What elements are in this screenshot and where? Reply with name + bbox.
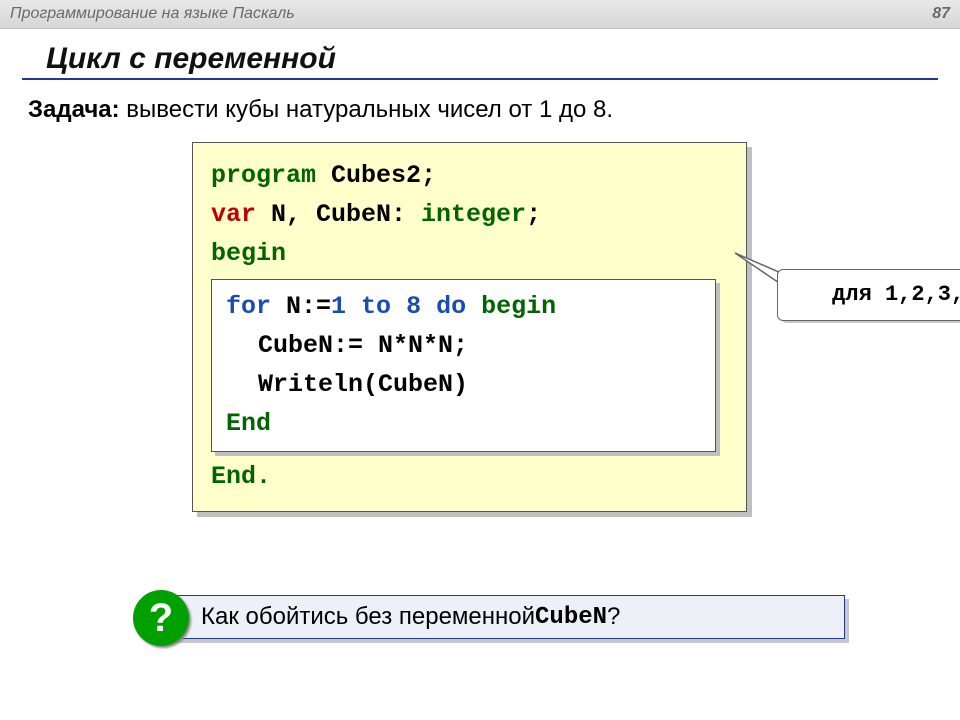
kw-integer: integer [421, 200, 526, 229]
task-label: Задача: [28, 96, 120, 123]
num-1: 1 [331, 292, 346, 321]
code-line-2: var N, CubeN: integer; [211, 196, 728, 235]
page-number: 87 [932, 5, 950, 23]
kw-end-inner: End [226, 409, 271, 438]
slide-title: Цикл с переменной [22, 42, 938, 76]
semicolon: ; [526, 200, 541, 229]
task-text: Задача: вывести кубы натуральных чисел о… [22, 96, 938, 124]
header-bar: Программирование на языке Паскаль 87 [0, 0, 960, 29]
slide: Программирование на языке Паскаль 87 Цик… [0, 0, 960, 720]
title-underline: Цикл с переменной [22, 42, 938, 80]
kw-var: var [211, 200, 256, 229]
ident-cubes2: Cubes2; [316, 161, 436, 190]
n-assign: N:= [271, 292, 331, 321]
slide-body: Цикл с переменной Задача: вывести кубы н… [0, 30, 960, 720]
code-inner-line-2: CubeN:= N*N*N; [226, 327, 703, 366]
kw-begin-inner: begin [481, 292, 556, 321]
kw-program: program [211, 161, 316, 190]
callout-body: для 1,2,3,…,8 [777, 269, 960, 321]
callout-text: для 1,2,3,…,8 [832, 278, 960, 312]
subject-title: Программирование на языке Паскаль [10, 5, 295, 23]
question-block: ? Как обойтись без переменной CubeN ? [160, 595, 860, 639]
code-line-3: begin [211, 235, 728, 274]
var-list: N, CubeN: [256, 200, 421, 229]
question-text-a: Как обойтись без переменной [201, 603, 535, 631]
code-inner-line-4: End [226, 405, 703, 444]
code-line-1: program Cubes2; [211, 157, 728, 196]
code-inner: for N:=1 to 8 do begin CubeN:= N*N*N; Wr… [211, 279, 716, 452]
code-outer: program Cubes2; var N, CubeN: integer; b… [192, 142, 747, 512]
kw-end: End. [211, 462, 271, 491]
kw-for: for [226, 292, 271, 321]
code-inner-block: for N:=1 to 8 do begin CubeN:= N*N*N; Wr… [211, 279, 716, 452]
code-block: program Cubes2; var N, CubeN: integer; b… [192, 142, 747, 512]
code-line-end: End. [211, 458, 728, 497]
callout: для 1,2,3,…,8 [777, 269, 960, 321]
question-text-b: ? [607, 603, 620, 631]
kw-do: do [421, 292, 481, 321]
kw-to: to [346, 292, 406, 321]
num-8: 8 [406, 292, 421, 321]
task-body: вывести кубы натуральных чисел от 1 до 8… [120, 96, 613, 123]
code-inner-line-1: for N:=1 to 8 do begin [226, 288, 703, 327]
question-mark-icon: ? [133, 590, 189, 646]
kw-begin: begin [211, 239, 286, 268]
question-bar: ? Как обойтись без переменной CubeN ? [160, 595, 845, 639]
code-inner-line-3: Writeln(CubeN) [226, 366, 703, 405]
question-mono: CubeN [535, 604, 607, 631]
